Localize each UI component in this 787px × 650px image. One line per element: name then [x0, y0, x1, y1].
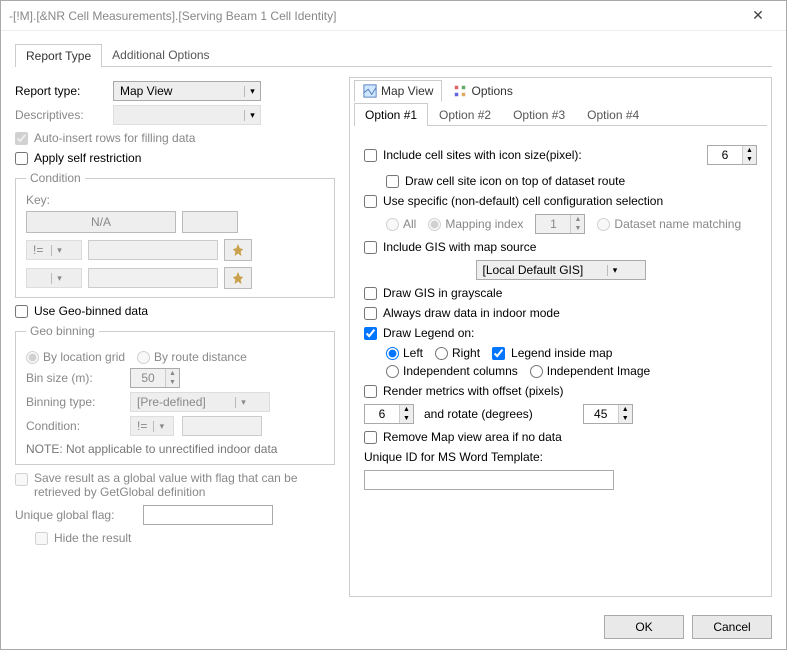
key-button: N/A: [26, 211, 176, 233]
geo-condition-label: Condition:: [26, 419, 122, 433]
geo-cond-val-input: [182, 416, 262, 436]
pin1-button: [224, 239, 252, 261]
geo-cond-op-select: !=▾: [130, 416, 174, 436]
render-offset-checkbox[interactable]: Render metrics with offset (pixels): [364, 384, 757, 398]
pin-icon: [231, 243, 245, 257]
legend-right-radio[interactable]: Right: [435, 346, 480, 360]
ok-button[interactable]: OK: [604, 615, 684, 639]
apply-self-restriction-checkbox[interactable]: Apply self restriction: [15, 151, 335, 165]
binning-type-label: Binning type:: [26, 395, 122, 409]
bin-size-spinner: ▲▼: [130, 368, 180, 388]
by-location-grid-radio: By location grid: [26, 350, 125, 364]
cond-op1-select: !=▾: [26, 240, 82, 260]
hide-result-checkbox: Hide the result: [35, 531, 335, 545]
cond-val2-input: [88, 268, 218, 288]
gis-source-select[interactable]: [Local Default GIS]▾: [476, 260, 646, 280]
tab-additional-options[interactable]: Additional Options: [102, 44, 219, 67]
condition-legend: Condition: [26, 171, 85, 185]
map-icon: [363, 84, 377, 98]
descriptives-label: Descriptives:: [15, 108, 105, 122]
geo-binning-legend: Geo binning: [26, 324, 99, 338]
tab-map-view[interactable]: Map View: [354, 80, 442, 102]
cond-op2-select: ▾: [26, 268, 82, 288]
save-global-checkbox: Save result as a global value with flag …: [15, 471, 335, 499]
unique-flag-label: Unique global flag:: [15, 508, 135, 522]
mapping-index-spinner: ▲▼: [535, 214, 585, 234]
tab-option-4[interactable]: Option #4: [576, 103, 650, 126]
binning-type-select: [Pre-defined]▾: [130, 392, 270, 412]
use-geo-binned-checkbox[interactable]: Use Geo-binned data: [15, 304, 335, 318]
legend-indep-img-radio[interactable]: Independent Image: [530, 364, 650, 378]
key-aux-button: [182, 211, 238, 233]
tab-option-1[interactable]: Option #1: [354, 103, 428, 126]
include-cell-sites-checkbox[interactable]: Include cell sites with icon size(pixel)…: [364, 148, 582, 162]
options-icon: [453, 84, 467, 98]
bin-size-label: Bin size (m):: [26, 371, 122, 385]
draw-cell-icon-checkbox[interactable]: Draw cell site icon on top of dataset ro…: [386, 174, 757, 188]
unique-id-label: Unique ID for MS Word Template:: [364, 450, 757, 464]
icon-size-spinner[interactable]: ▲▼: [707, 145, 757, 165]
cancel-button[interactable]: Cancel: [692, 615, 772, 639]
main-tabstrip: Report Type Additional Options: [15, 43, 772, 67]
include-gis-checkbox[interactable]: Include GIS with map source: [364, 240, 757, 254]
rotate-spinner[interactable]: ▲▼: [583, 404, 633, 424]
draw-grayscale-checkbox[interactable]: Draw GIS in grayscale: [364, 286, 757, 300]
use-specific-config-checkbox[interactable]: Use specific (non-default) cell configur…: [364, 194, 757, 208]
report-type-select[interactable]: Map View▾: [113, 81, 261, 101]
window-title: -[!M].[&NR Cell Measurements].[Serving B…: [9, 9, 738, 23]
pin-icon: [231, 271, 245, 285]
draw-legend-checkbox[interactable]: Draw Legend on:: [364, 326, 757, 340]
tab-report-type[interactable]: Report Type: [15, 44, 102, 67]
by-route-distance-radio: By route distance: [137, 350, 247, 364]
always-indoor-checkbox[interactable]: Always draw data in indoor mode: [364, 306, 757, 320]
close-icon[interactable]: ✕: [738, 7, 778, 24]
report-type-label: Report type:: [15, 84, 105, 98]
geo-binning-group: Geo binning By location grid By route di…: [15, 324, 335, 465]
legend-left-radio[interactable]: Left: [386, 346, 423, 360]
auto-insert-checkbox: Auto-insert rows for filling data: [15, 131, 335, 145]
offset-spinner[interactable]: ▲▼: [364, 404, 414, 424]
pin2-button: [224, 267, 252, 289]
rotate-label: and rotate (degrees): [424, 407, 533, 421]
geo-note: NOTE: Not applicable to unrectified indo…: [26, 442, 324, 456]
unique-flag-input[interactable]: [143, 505, 273, 525]
key-label: Key:: [26, 193, 324, 207]
unique-id-input[interactable]: [364, 470, 614, 490]
cond-val1-input: [88, 240, 218, 260]
cfg-dataset-radio: Dataset name matching: [597, 217, 741, 231]
tab-options[interactable]: Options: [444, 80, 521, 102]
remove-map-checkbox[interactable]: Remove Map view area if no data: [364, 430, 757, 444]
legend-indep-cols-radio[interactable]: Independent columns: [386, 364, 518, 378]
cfg-mapping-radio: Mapping index: [428, 217, 523, 231]
tab-option-2[interactable]: Option #2: [428, 103, 502, 126]
cfg-all-radio: All: [386, 217, 416, 231]
descriptives-select: ▾: [113, 105, 261, 125]
legend-inside-checkbox[interactable]: Legend inside map: [492, 346, 612, 360]
tab-option-3[interactable]: Option #3: [502, 103, 576, 126]
condition-group: Condition Key: N/A !=▾ ▾: [15, 171, 335, 298]
